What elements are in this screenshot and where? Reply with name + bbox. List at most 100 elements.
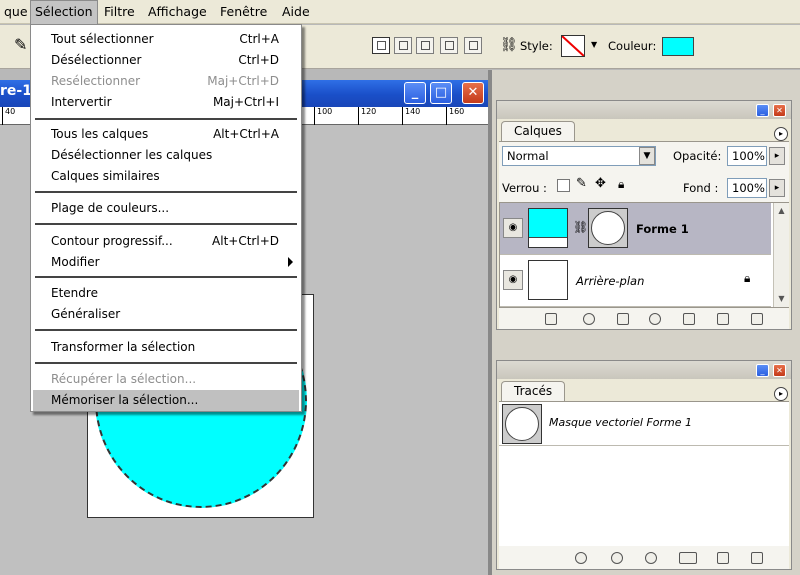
tab-layers[interactable]: Calques: [501, 121, 575, 141]
menu-separator: [35, 118, 297, 120]
path-thumbnail: [502, 404, 542, 444]
opacity-label: Opacité:: [673, 149, 722, 163]
new-group-icon[interactable]: [683, 313, 695, 325]
link-icon[interactable]: ⛓: [573, 220, 588, 234]
menu-separator: [35, 223, 297, 225]
opacity-input[interactable]: 100%: [727, 146, 767, 166]
subtract-selection-mode-button[interactable]: [416, 37, 434, 54]
panel-minimize-button[interactable]: _: [756, 104, 769, 117]
menu-separator: [35, 191, 297, 193]
menu-fenetre[interactable]: Fenêtre: [216, 0, 271, 24]
menu-item-similar-layers[interactable]: Calques similaires: [33, 166, 299, 187]
stroke-path-icon[interactable]: [611, 552, 623, 564]
trash-icon[interactable]: [751, 552, 763, 564]
lock-transparency-icon[interactable]: [557, 179, 570, 192]
color-label: Couleur:: [608, 39, 657, 53]
vector-mask-thumbnail: [588, 208, 628, 248]
layer-thumbnail-base: [529, 237, 567, 247]
add-mask-icon[interactable]: [617, 313, 629, 325]
panel-minimize-button[interactable]: _: [756, 364, 769, 377]
panel-close-button[interactable]: ✕: [773, 104, 786, 117]
scroll-down-icon[interactable]: ▼: [776, 293, 787, 304]
menu-separator: [35, 329, 297, 331]
panel-close-button[interactable]: ✕: [773, 364, 786, 377]
add-selection-mode-button[interactable]: [394, 37, 412, 54]
path-name[interactable]: Masque vectoriel Forme 1: [549, 416, 692, 429]
scroll-up-icon[interactable]: ▲: [776, 205, 787, 216]
ruler-tick: 100: [314, 107, 332, 125]
panel-menu-icon[interactable]: ▸: [774, 387, 788, 401]
pen-tool-icon[interactable]: ✎: [14, 35, 27, 54]
fill-input[interactable]: 100%: [727, 178, 767, 198]
exclude-selection-mode-button[interactable]: [464, 37, 482, 54]
menu-image[interactable]: que: [0, 0, 32, 24]
ruler-tick: 120: [358, 107, 376, 125]
menu-item-select-all[interactable]: Tout sélectionner Ctrl+A: [33, 29, 299, 50]
blend-mode-dropdown-icon[interactable]: ▼: [639, 147, 655, 165]
lock-all-icon[interactable]: 🔒︎: [618, 177, 624, 192]
selection-menu: Tout sélectionner Ctrl+A Désélectionner …: [30, 24, 302, 412]
layer-name[interactable]: Arrière-plan: [576, 274, 644, 288]
layers-panel-content: Normal ▼ Opacité: 100% ▸ Verrou : ✎ ✥ 🔒︎…: [499, 141, 789, 329]
make-work-path-icon[interactable]: [679, 552, 697, 564]
new-selection-mode-button[interactable]: [372, 37, 390, 54]
menu-affichage[interactable]: Affichage: [144, 0, 211, 24]
tab-paths[interactable]: Tracés: [501, 381, 566, 401]
style-dropdown-arrow-icon[interactable]: ▼: [591, 40, 597, 49]
vector-mask-circle: [591, 211, 625, 245]
paths-panel-header[interactable]: _ ✕: [497, 361, 791, 379]
document-title: re-1: [0, 83, 32, 99]
layers-scrollbar[interactable]: ▲ ▼: [773, 203, 789, 307]
layer-name[interactable]: Forme 1: [636, 222, 689, 236]
menu-item-modify[interactable]: Modifier: [33, 252, 299, 273]
menu-separator: [35, 362, 297, 364]
layer-row-background[interactable]: ◉ Arrière-plan 🔒︎: [500, 255, 771, 307]
menu-item-transform-selection[interactable]: Transformer la sélection: [33, 337, 299, 358]
ruler-tick: 160: [446, 107, 464, 125]
menu-item-color-range[interactable]: Plage de couleurs...: [33, 198, 299, 219]
menu-item-inverse[interactable]: Intervertir Maj+Ctrl+I: [33, 92, 299, 113]
trash-icon[interactable]: [751, 313, 763, 325]
menu-selection[interactable]: Sélection: [30, 0, 98, 24]
fill-path-icon[interactable]: [575, 552, 587, 564]
menu-item-deselect[interactable]: Désélectionner Ctrl+D: [33, 50, 299, 71]
menu-aide[interactable]: Aide: [278, 0, 314, 24]
visibility-eye-icon[interactable]: ◉: [503, 270, 523, 290]
layer-style-icon[interactable]: [583, 313, 595, 325]
new-path-icon[interactable]: [717, 552, 729, 564]
new-layer-icon[interactable]: [717, 313, 729, 325]
menu-filtre[interactable]: Filtre: [100, 0, 139, 24]
link-icon[interactable]: ⛓: [500, 37, 518, 53]
visibility-eye-icon[interactable]: ◉: [503, 218, 523, 238]
opacity-slider-arrow-icon[interactable]: ▸: [769, 147, 785, 165]
menu-item-all-layers[interactable]: Tous les calques Alt+Ctrl+A: [33, 124, 299, 145]
link-layers-icon[interactable]: [545, 313, 557, 325]
color-swatch[interactable]: [662, 37, 694, 56]
close-button[interactable]: ✕: [462, 82, 484, 104]
paths-toolbar: [499, 547, 789, 569]
blend-mode-select[interactable]: Normal: [502, 146, 656, 166]
layer-row-forme-1[interactable]: ◉ ⛓ Forme 1: [500, 203, 771, 255]
menu-item-feather[interactable]: Contour progressif... Alt+Ctrl+D: [33, 231, 299, 252]
menu-item-save-selection[interactable]: Mémoriser la sélection...: [33, 390, 299, 411]
layer-thumbnail: [528, 208, 568, 248]
paths-list: Masque vectoriel Forme 1: [499, 402, 789, 546]
style-picker[interactable]: [561, 35, 585, 57]
layers-panel-header[interactable]: _ ✕: [497, 101, 791, 119]
minimize-button[interactable]: _: [404, 82, 426, 104]
menu-item-reselect: Resélectionner Maj+Ctrl+D: [51, 74, 279, 88]
menu-item-deselect-layers[interactable]: Désélectionner les calques: [33, 145, 299, 166]
adjustment-layer-icon[interactable]: [649, 313, 661, 325]
intersect-selection-mode-button[interactable]: [440, 37, 458, 54]
load-path-as-selection-icon[interactable]: [645, 552, 657, 564]
panel-menu-icon[interactable]: ▸: [774, 127, 788, 141]
lock-move-icon[interactable]: ✥: [595, 176, 606, 191]
menu-item-similar[interactable]: Généraliser: [33, 304, 299, 325]
menu-item-grow[interactable]: Etendre: [33, 283, 299, 304]
lock-paint-icon[interactable]: ✎: [576, 176, 587, 191]
maximize-button[interactable]: □: [430, 82, 452, 104]
ruler-tick: 40: [2, 107, 15, 125]
fill-slider-arrow-icon[interactable]: ▸: [769, 179, 785, 197]
paths-panel-content: Masque vectoriel Forme 1: [499, 401, 789, 569]
path-row-vector-mask[interactable]: Masque vectoriel Forme 1: [499, 402, 789, 446]
